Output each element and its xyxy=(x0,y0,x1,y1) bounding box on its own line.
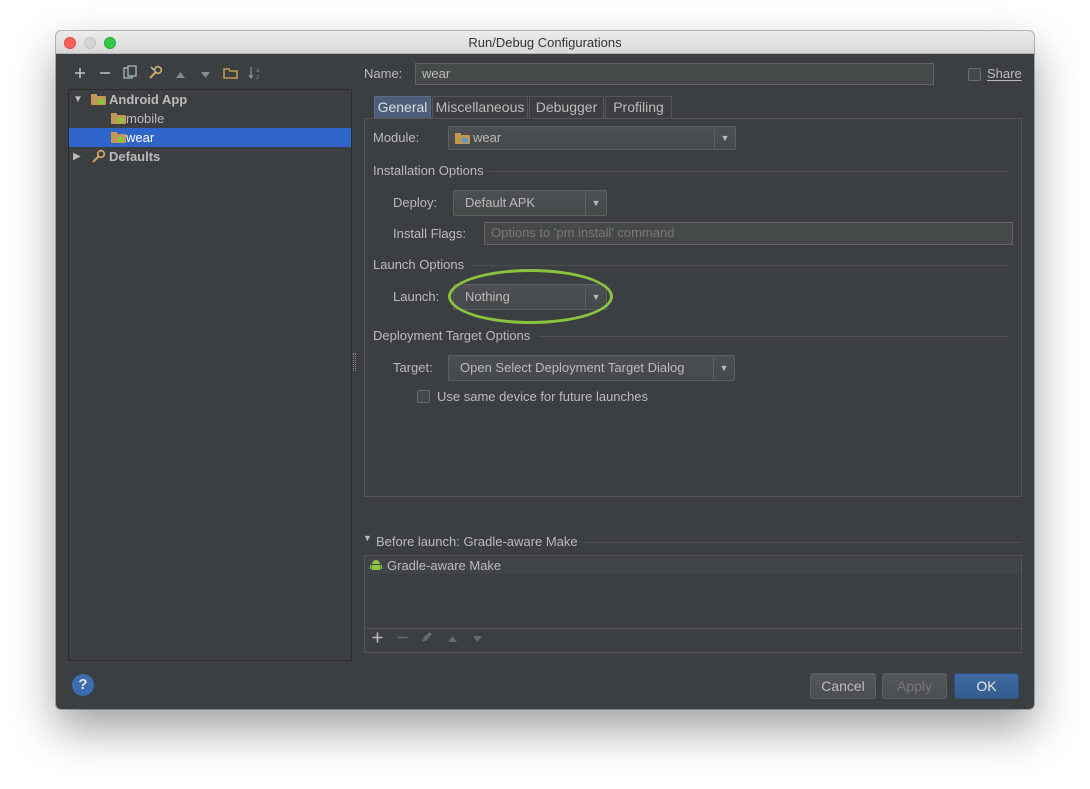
edit-task-icon[interactable] xyxy=(419,631,435,646)
target-select-value: Open Select Deployment Target Dialog xyxy=(460,360,685,375)
target-label: Target: xyxy=(393,360,433,375)
chevron-down-icon: ▼ xyxy=(713,356,734,380)
tab-miscellaneous[interactable]: Miscellaneous xyxy=(432,96,528,119)
android-icon xyxy=(369,558,383,576)
before-launch-list[interactable]: Gradle-aware Make xyxy=(364,555,1022,653)
ok-button[interactable]: OK xyxy=(954,673,1019,699)
same-device-checkbox[interactable] xyxy=(417,390,430,403)
share-label[interactable]: Share xyxy=(987,66,1022,81)
tree-item-mobile[interactable]: mobile xyxy=(69,109,351,128)
tree-item-label: mobile xyxy=(126,111,165,126)
wear-config-icon xyxy=(111,132,126,143)
install-flags-label: Install Flags: xyxy=(393,226,466,241)
defaults-wrench-icon xyxy=(91,149,106,169)
collapse-arrow-icon[interactable]: ▶ xyxy=(73,147,83,166)
apply-button[interactable]: Apply xyxy=(882,673,947,699)
close-window-button[interactable] xyxy=(64,37,76,49)
launch-divider xyxy=(471,265,1009,266)
window-title: Run/Debug Configurations xyxy=(468,35,622,50)
tree-item-wear[interactable]: wear xyxy=(69,128,351,147)
remove-task-icon[interactable] xyxy=(394,631,410,646)
android-app-folder-icon xyxy=(91,94,106,105)
deploy-label: Deploy: xyxy=(393,195,438,210)
run-debug-configurations-window: Run/Debug Configurations az ▼ Android Ap… xyxy=(56,31,1034,709)
share-checkbox[interactable] xyxy=(968,68,981,81)
move-task-up-icon[interactable] xyxy=(444,631,460,646)
launch-label: Launch: xyxy=(393,289,440,304)
tab-general[interactable]: General xyxy=(374,96,431,119)
cancel-button[interactable]: Cancel xyxy=(810,673,876,699)
title-bar: Run/Debug Configurations xyxy=(56,31,1034,54)
expand-arrow-icon[interactable]: ▼ xyxy=(73,90,83,109)
minus-icon[interactable] xyxy=(96,65,114,83)
collapse-triangle-icon[interactable]: ▼ xyxy=(363,533,372,543)
svg-text:z: z xyxy=(256,74,259,81)
minimize-window-button[interactable] xyxy=(84,37,96,49)
tab-profiling[interactable]: Profiling xyxy=(605,96,672,119)
tree-item-label: Defaults xyxy=(109,149,161,164)
configuration-tree[interactable]: ▼ Android App mobile wear ▶ Defaults xyxy=(68,89,352,661)
deployment-target-title: Deployment Target Options xyxy=(373,328,531,343)
list-item-label: Gradle-aware Make xyxy=(387,558,502,573)
installation-divider xyxy=(489,171,1009,172)
sort-icon[interactable]: az xyxy=(246,65,264,83)
splitter-handle[interactable] xyxy=(353,353,356,371)
help-button[interactable]: ? xyxy=(72,674,94,696)
before-launch-title[interactable]: Before launch: Gradle-aware Make xyxy=(376,534,578,549)
tab-debugger[interactable]: Debugger xyxy=(529,96,604,119)
zoom-window-button[interactable] xyxy=(104,37,116,49)
tree-item-defaults[interactable]: ▶ Defaults xyxy=(69,147,351,166)
tree-item-android-app[interactable]: ▼ Android App xyxy=(69,90,351,109)
same-device-label[interactable]: Use same device for future launches xyxy=(437,389,648,404)
chevron-down-icon: ▼ xyxy=(585,191,606,215)
plus-icon[interactable] xyxy=(71,65,89,83)
copy-icon[interactable] xyxy=(121,65,139,83)
general-panel: Module: wear ▼ Installation Options Depl… xyxy=(364,118,1022,497)
tree-item-label: wear xyxy=(126,130,155,145)
name-label: Name: xyxy=(364,66,403,81)
launch-options-title: Launch Options xyxy=(373,257,465,272)
move-task-down-icon[interactable] xyxy=(469,631,485,646)
name-input[interactable]: wear xyxy=(415,63,934,85)
install-flags-input[interactable]: Options to 'pm install' command xyxy=(484,222,1013,245)
arrow-up-icon[interactable] xyxy=(171,65,189,83)
folder-icon[interactable] xyxy=(221,65,239,83)
add-task-icon[interactable] xyxy=(369,631,385,646)
deployment-target-divider xyxy=(539,336,1009,337)
target-select[interactable]: Open Select Deployment Target Dialog ▼ xyxy=(448,355,735,381)
module-folder-icon xyxy=(455,133,470,144)
svg-text:a: a xyxy=(256,67,260,74)
deploy-select-value: Default APK xyxy=(465,195,536,210)
wrench-icon[interactable] xyxy=(146,65,164,83)
mobile-config-icon xyxy=(111,113,126,124)
deploy-select[interactable]: Default APK ▼ xyxy=(453,190,607,216)
launch-highlight-ring xyxy=(448,269,613,324)
before-launch-toolbar-divider xyxy=(365,628,1021,629)
module-select[interactable]: wear ▼ xyxy=(448,126,736,150)
arrow-down-icon[interactable] xyxy=(196,65,214,83)
tree-item-label: Android App xyxy=(109,92,188,107)
module-label: Module: xyxy=(373,130,420,145)
list-item[interactable]: Gradle-aware Make xyxy=(366,557,1021,574)
installation-options-title: Installation Options xyxy=(373,163,484,178)
chevron-down-icon: ▼ xyxy=(714,127,735,149)
before-launch-divider xyxy=(584,542,1022,543)
module-select-value: wear xyxy=(473,130,502,145)
